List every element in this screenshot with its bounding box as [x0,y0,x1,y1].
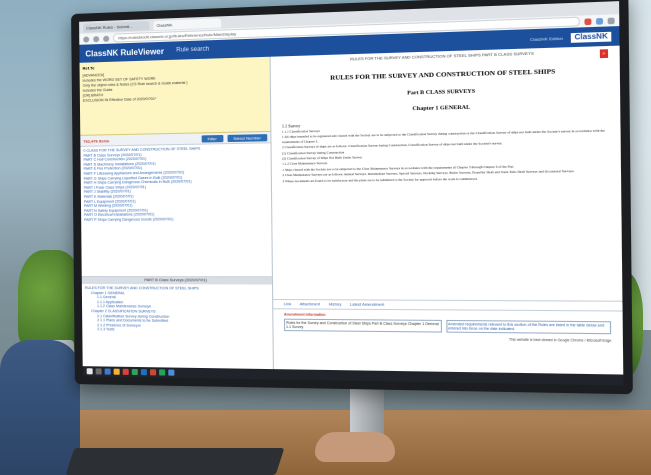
amendment-left-cell: Rules for the Survey and Construction of… [283,318,442,333]
user-area[interactable]: ClassNK Edition [530,35,563,41]
rule-search-link[interactable]: Rule search [176,46,209,53]
person-shoulder [0,340,80,475]
screen: ClassNK Rules - Submit... ClassNK https:… [79,1,624,386]
edge-icon[interactable] [104,368,111,375]
rule-tree: RULES FOR THE SURVEY AND CONSTRUCTION OF… [82,284,273,369]
amendment-table: Rules for the Survey and Construction of… [283,318,612,335]
amendment-right-cell: Amended requirements relevant to this se… [445,319,612,335]
document-view: RULES FOR THE SURVEY AND CONSTRUCTION OF… [271,46,623,301]
reload-icon[interactable] [103,35,110,42]
word-icon[interactable] [140,369,147,376]
select-number-button[interactable]: Select Number [227,133,268,142]
part-title: Part B CLASS SURVEYS [407,88,476,97]
keyboard [65,448,285,475]
tree-item[interactable]: 2.1.3 Tests [85,327,269,333]
extension-icon[interactable] [584,17,592,25]
app-icon[interactable] [131,368,138,376]
status-text: This website is best viewed in Google Ch… [508,337,612,343]
back-icon[interactable] [83,35,90,43]
hit-count: 762,476 items [83,137,110,144]
chrome-icon[interactable] [168,369,175,376]
main-panes: Ref.Te [ADVANCED] includes the WORD SET … [79,46,624,375]
right-pane: RULES FOR THE SURVEY AND CONSTRUCTION OF… [271,46,624,375]
tab-attachment[interactable]: Attachment [300,302,321,306]
search-icon[interactable] [95,368,102,375]
menu-icon[interactable] [607,17,615,24]
forward-icon[interactable] [93,35,100,42]
left-pane: Ref.Te [ADVANCED] includes the WORD SET … [79,56,274,370]
app-icon[interactable] [122,368,129,375]
folder-icon[interactable] [113,368,120,375]
filter-button[interactable]: Filter [201,134,223,143]
app-title: ClassNK RuleViewer [85,46,165,59]
photo-background: ClassNK Rules - Submit... ClassNK https:… [0,0,651,475]
result-item[interactable]: PART P Ships Carrying Dangerous Goods (2… [84,216,268,222]
header-right: ClassNK Edition ClassNK [530,30,613,45]
results-list: 0 CLASS FOR THE SURVEY AND CONSTRUCTION … [80,143,272,278]
excel-icon[interactable] [159,369,166,376]
powerpoint-icon[interactable] [149,369,157,376]
tab-history[interactable]: History [329,302,342,306]
browser-tab[interactable]: ClassNK Rules - Submit... [83,20,150,33]
document-title: RULES FOR THE SURVEY AND CONSTRUCTION OF… [330,68,556,82]
pdf-icon[interactable]: P [599,49,609,59]
windows-start-icon[interactable] [86,368,93,375]
tab-latest-amendment[interactable]: Latest Amendment [350,302,384,306]
amendment-panel: Amendment information Rules for the Surv… [273,309,623,374]
classnk-logo: ClassNK [569,30,613,44]
extension-icon[interactable] [596,17,604,25]
search-conditions-box: Ref.Te [ADVANCED] includes the WORD SET … [79,56,271,136]
hand [315,432,395,462]
monitor: ClassNK Rules - Submit... ClassNK https:… [71,0,633,395]
tab-link[interactable]: Link [284,302,291,306]
chapter-title: Chapter 1 GENERAL [412,104,471,113]
browser-tab-active[interactable]: ClassNK [153,17,222,30]
